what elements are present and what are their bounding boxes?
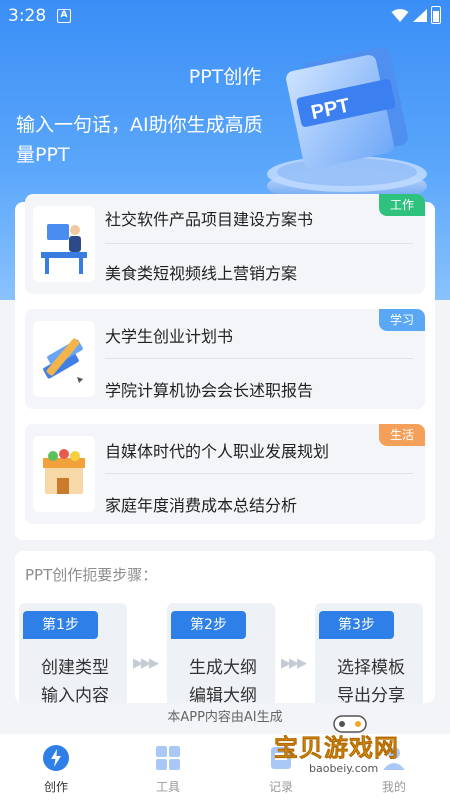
watermark-logo: 宝贝游戏网 baobeiy.com <box>272 712 422 782</box>
template-card-work: 社交软件产品项目建设方案书 美食类短视频线上营销方案 工作 <box>25 194 425 294</box>
template-card-study: 大学生创业计划书 学院计算机协会会长述职报告 学习 <box>25 309 425 409</box>
step-card: 第3步 选择模板 导出分享 <box>315 603 423 703</box>
notification-icon: A <box>57 9 71 23</box>
template-cards-panel: 社交软件产品项目建设方案书 美食类短视频线上营销方案 工作 大学生创业计划书 学… <box>15 194 435 540</box>
step-card: 第1步 创建类型 输入内容 <box>19 603 127 703</box>
tag-badge: 工作 <box>379 194 425 216</box>
step-badge: 第1步 <box>23 611 98 639</box>
divider <box>105 243 413 244</box>
tab-tools[interactable]: 工具 <box>112 734 224 800</box>
steps-panel: PPT创作扼要步骤： 第1步 创建类型 输入内容 ▶▶▶ 第2步 生成大纲 编辑… <box>15 551 435 703</box>
step-line: 编辑大纲 <box>189 686 257 703</box>
lightning-icon <box>43 745 69 771</box>
step-card: 第2步 生成大纲 编辑大纲 <box>167 603 275 703</box>
divider <box>105 473 413 474</box>
step-badge: 第3步 <box>319 611 394 639</box>
card-item[interactable]: 自媒体时代的个人职业发展规划 <box>105 438 405 462</box>
grid-icon <box>156 746 180 770</box>
signal-icon <box>413 9 427 22</box>
wifi-icon <box>391 9 409 22</box>
card-item[interactable]: 大学生创业计划书 <box>105 323 405 347</box>
tab-label: 工具 <box>155 780 180 794</box>
battery-icon <box>431 6 441 24</box>
ppt-illustration: PPT <box>267 48 427 204</box>
card-item[interactable]: 社交软件产品项目建设方案书 <box>105 206 405 230</box>
chevrons-right-icon: ▶▶▶ <box>281 656 307 671</box>
divider <box>105 358 413 359</box>
step-line: 输入内容 <box>41 686 109 703</box>
template-card-life: 自媒体时代的个人职业发展规划 家庭年度消费成本总结分析 生活 <box>25 424 425 524</box>
books-pencil-icon <box>33 321 95 397</box>
steps-heading: PPT创作扼要步骤： <box>25 566 158 584</box>
hero-slogan: 输入一句话，AI助你生成高质量PPT <box>16 114 263 166</box>
step-line: 导出分享 <box>337 686 405 703</box>
step-badge: 第2步 <box>171 611 246 639</box>
step-line: 选择模板 <box>337 658 405 678</box>
watermark-url: baobeiy.com <box>306 762 382 775</box>
card-item[interactable]: 美食类短视频线上营销方案 <box>105 260 405 284</box>
step-line: 创建类型 <box>41 658 109 678</box>
chevrons-right-icon: ▶▶▶ <box>133 656 159 671</box>
tag-badge: 生活 <box>379 424 425 446</box>
watermark-title: 宝贝游戏网 <box>274 734 399 763</box>
tab-label: 创作 <box>43 780 68 794</box>
tab-create[interactable]: 创作 <box>0 734 112 800</box>
status-time: 3:28 <box>8 6 47 26</box>
card-item[interactable]: 家庭年度消费成本总结分析 <box>105 492 405 516</box>
card-item[interactable]: 学院计算机协会会长述职报告 <box>105 377 405 401</box>
status-bar: 3:28 A <box>0 0 450 32</box>
step-line: 生成大纲 <box>189 658 257 678</box>
office-worker-icon <box>33 206 95 282</box>
tag-badge: 学习 <box>379 309 425 331</box>
shop-icon <box>33 436 95 512</box>
